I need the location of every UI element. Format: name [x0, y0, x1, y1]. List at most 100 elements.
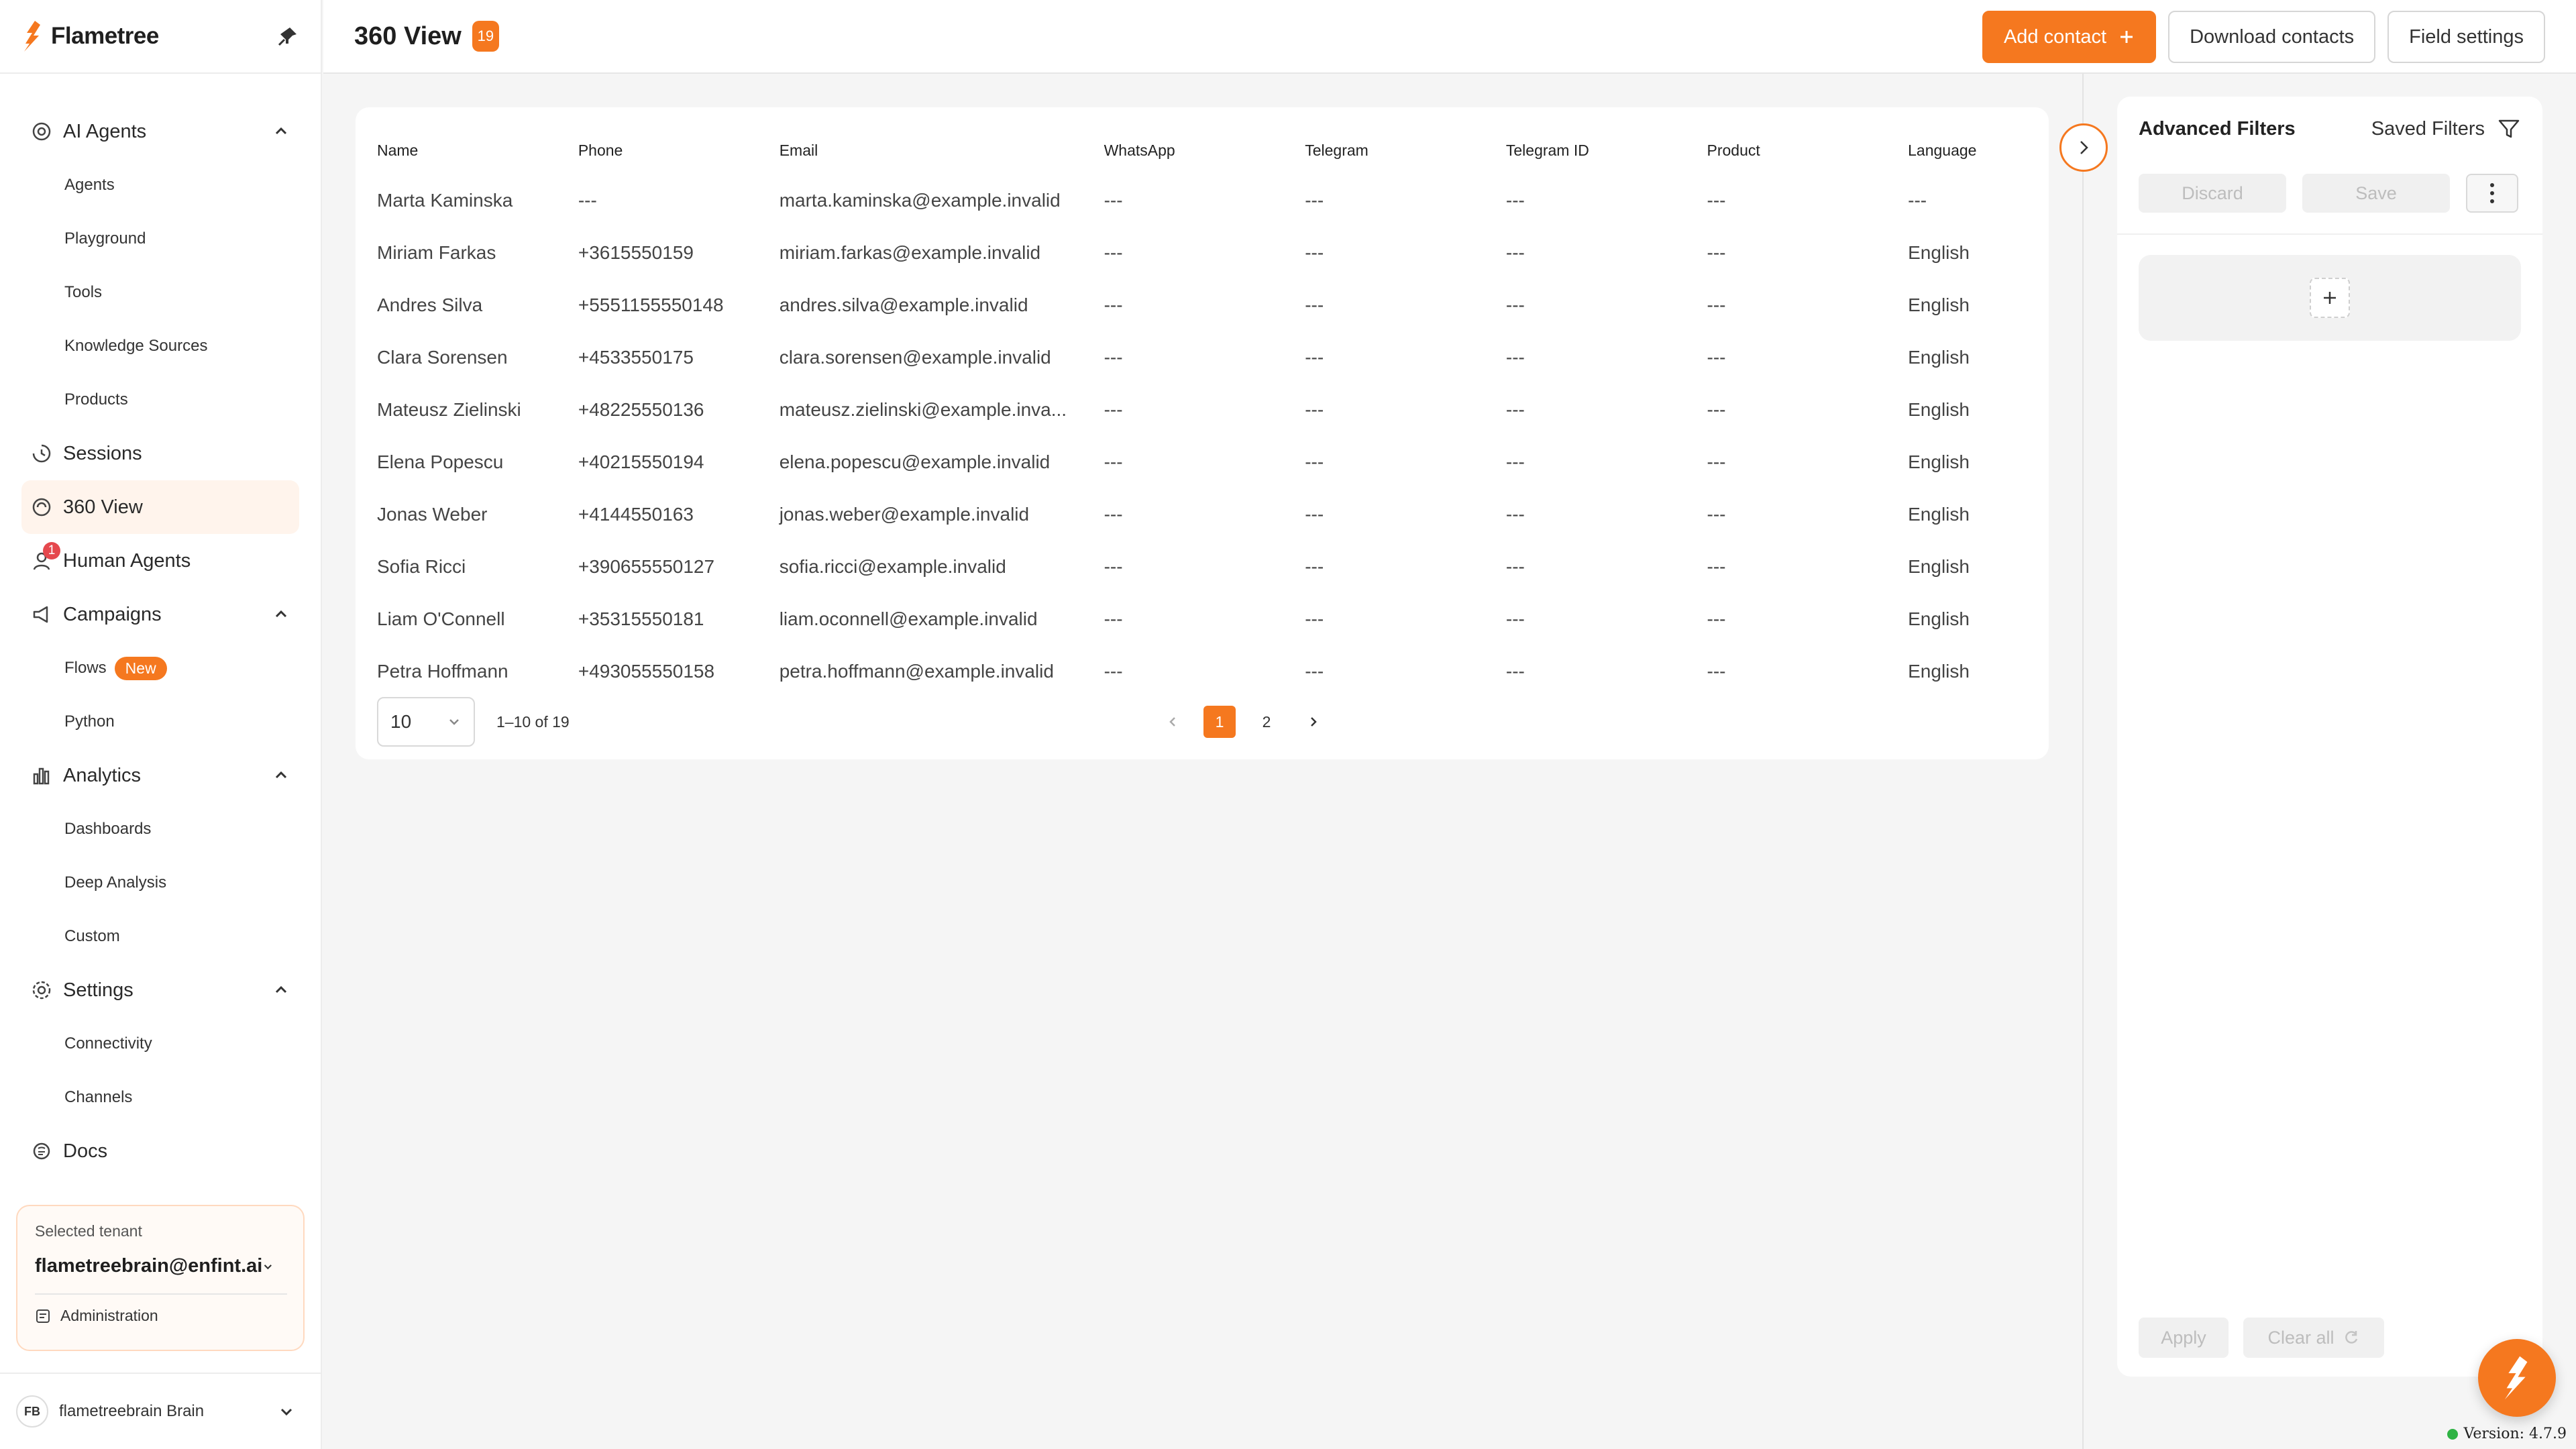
pagination-bar: 10 1–10 of 19 1 2 — [377, 695, 2027, 749]
nav-docs[interactable]: Docs — [21, 1124, 299, 1178]
sidebar-item-channels[interactable]: Channels — [0, 1071, 321, 1124]
field-settings-button[interactable]: Field settings — [2387, 11, 2545, 63]
ai-agents-icon — [32, 122, 51, 141]
sidebar-item-dashboards[interactable]: Dashboards — [0, 802, 321, 856]
sidebar-item-python[interactable]: Python — [0, 695, 321, 749]
table-cell: --- — [1707, 294, 1726, 315]
table-cell: English — [1908, 294, 1970, 315]
pagination: 1 2 — [1157, 706, 1330, 738]
sidebar-item-custom[interactable]: Custom — [0, 910, 321, 963]
filter-icon — [2498, 119, 2520, 138]
assistant-chat-button[interactable] — [2478, 1339, 2556, 1417]
header-actions: Add contact Download contacts Field sett… — [1982, 11, 2545, 63]
add-contact-button[interactable]: Add contact — [1982, 11, 2157, 63]
table-cell: mateusz.zielinski@example.inva... — [779, 399, 1067, 420]
table-cell: miriam.farkas@example.invalid — [779, 242, 1041, 263]
chevron-up-icon[interactable] — [272, 981, 290, 999]
apply-button[interactable]: Apply — [2139, 1318, 2229, 1358]
chevron-up-icon[interactable] — [272, 123, 290, 140]
user-menu[interactable]: FB flametreebrain Brain — [0, 1373, 322, 1449]
saved-filters-button[interactable]: Saved Filters — [2371, 117, 2521, 141]
table-cell: Elena Popescu — [377, 451, 504, 472]
next-page-button[interactable] — [1297, 706, 1330, 738]
table-cell: sofia.ricci@example.invalid — [779, 556, 1006, 577]
administration-link[interactable]: Administration — [35, 1307, 286, 1325]
save-filter-button[interactable]: Save — [2302, 174, 2450, 213]
chevron-up-icon[interactable] — [272, 606, 290, 623]
flametree-logo-icon — [24, 21, 40, 52]
nav-sessions[interactable]: Sessions — [21, 427, 299, 480]
table-row[interactable]: Liam O'Connell +35315550181 liam.oconnell@… — [377, 593, 2049, 645]
table-cell: +35315550181 — [578, 608, 704, 629]
contacts-table-card: Name Phone Email WhatsApp Telegram Teleg… — [356, 107, 2049, 759]
table-row[interactable]: Petra Hoffmann +493055550158 petra.hoffman… — [377, 645, 2049, 698]
sidebar-item-products[interactable]: Products — [0, 373, 321, 427]
divider — [35, 1293, 287, 1295]
table-cell: +4144550163 — [578, 504, 694, 525]
table-cell: --- — [1305, 242, 1324, 263]
view-360-icon — [32, 498, 51, 517]
sidebar-item-agents[interactable]: Agents — [0, 158, 321, 212]
clear-all-button[interactable]: Clear all — [2243, 1318, 2384, 1358]
nav-label: 360 View — [63, 496, 143, 518]
add-contact-label: Add contact — [2003, 25, 2107, 48]
page-button[interactable]: 1 — [1203, 706, 1236, 738]
table-cell: --- — [1104, 608, 1123, 629]
pin-icon[interactable] — [276, 25, 299, 48]
table-cell: --- — [1104, 504, 1123, 525]
chevron-up-icon[interactable] — [272, 767, 290, 784]
prev-page-button[interactable] — [1157, 706, 1189, 738]
page-button[interactable]: 2 — [1250, 706, 1283, 738]
tenant-dropdown[interactable]: flametreebrain@enfint.ai — [35, 1255, 286, 1277]
nav-analytics[interactable]: Analytics — [21, 749, 299, 802]
column-header[interactable]: Language — [1908, 126, 2049, 174]
column-header[interactable]: Email — [780, 126, 1104, 174]
table-row[interactable]: Jonas Weber +4144550163 jonas.weber@exampl… — [377, 488, 2049, 541]
column-header[interactable]: Phone — [578, 126, 780, 174]
nav-campaigns[interactable]: Campaigns — [21, 588, 299, 641]
sidebar-item-connectivity[interactable]: Connectivity — [0, 1017, 321, 1071]
plus-icon — [2324, 292, 2336, 304]
table-cell: --- — [1707, 399, 1726, 420]
sidebar-item-playground[interactable]: Playground — [0, 212, 321, 266]
table-row[interactable]: Clara Sorensen +4533550175 clara.sorensen@… — [377, 331, 2049, 384]
administration-label: Administration — [60, 1307, 158, 1324]
discard-button[interactable]: Discard — [2139, 174, 2286, 213]
kebab-menu-icon — [2490, 183, 2494, 203]
column-header[interactable]: Telegram — [1305, 126, 1506, 174]
nav-label: Sessions — [63, 442, 142, 464]
filters-title: Advanced Filters — [2139, 117, 2296, 140]
column-header[interactable]: Telegram ID — [1506, 126, 1707, 174]
sidebar-item-knowledge-sources[interactable]: Knowledge Sources — [0, 319, 321, 373]
table-row[interactable]: Marta Kaminska --- marta.kaminska@example.… — [377, 174, 2049, 227]
table-row[interactable]: Sofia Ricci +390655550127 sofia.ricci@exam… — [377, 541, 2049, 593]
table-cell: --- — [1707, 556, 1726, 577]
add-filter-button[interactable] — [2310, 278, 2350, 318]
nav-settings[interactable]: Settings — [21, 963, 299, 1017]
nav-human-agents[interactable]: 1 Human Agents — [21, 534, 299, 588]
gear-icon — [32, 981, 51, 1000]
table-row[interactable]: Mateusz Zielinski +48225550136 mateusz.zie… — [377, 384, 2049, 436]
flametree-logo-icon — [2504, 1356, 2528, 1400]
page-size-select[interactable]: 10 — [377, 697, 475, 747]
nav-360-view[interactable]: 360 View — [21, 480, 299, 534]
table-cell: --- — [1505, 399, 1525, 420]
table-cell: --- — [1505, 242, 1525, 263]
sidebar-item-flows[interactable]: Flows New — [0, 641, 321, 695]
download-contacts-button[interactable]: Download contacts — [2168, 11, 2376, 63]
table-cell: --- — [578, 190, 597, 211]
nav-ai-agents[interactable]: AI Agents — [21, 105, 299, 158]
table-row[interactable]: Miriam Farkas +3615550159 miriam.farkas@ex… — [377, 227, 2049, 279]
table-header-row: Name Phone Email WhatsApp Telegram Teleg… — [377, 126, 2049, 174]
saved-filters-label: Saved Filters — [2371, 117, 2485, 140]
more-options-button[interactable] — [2466, 174, 2518, 213]
sidebar-item-tools[interactable]: Tools — [0, 266, 321, 319]
collapse-filters-button[interactable] — [2059, 123, 2108, 172]
table-cell: English — [1908, 451, 1970, 472]
table-row[interactable]: Andres Silva +5551155550148 andres.silva@e… — [377, 279, 2049, 331]
column-header[interactable]: WhatsApp — [1104, 126, 1305, 174]
table-row[interactable]: Elena Popescu +40215550194 elena.popescu@e… — [377, 436, 2049, 488]
column-header[interactable]: Product — [1707, 126, 1909, 174]
column-header[interactable]: Name — [377, 126, 578, 174]
sidebar-item-deep-analysis[interactable]: Deep Analysis — [0, 856, 321, 910]
